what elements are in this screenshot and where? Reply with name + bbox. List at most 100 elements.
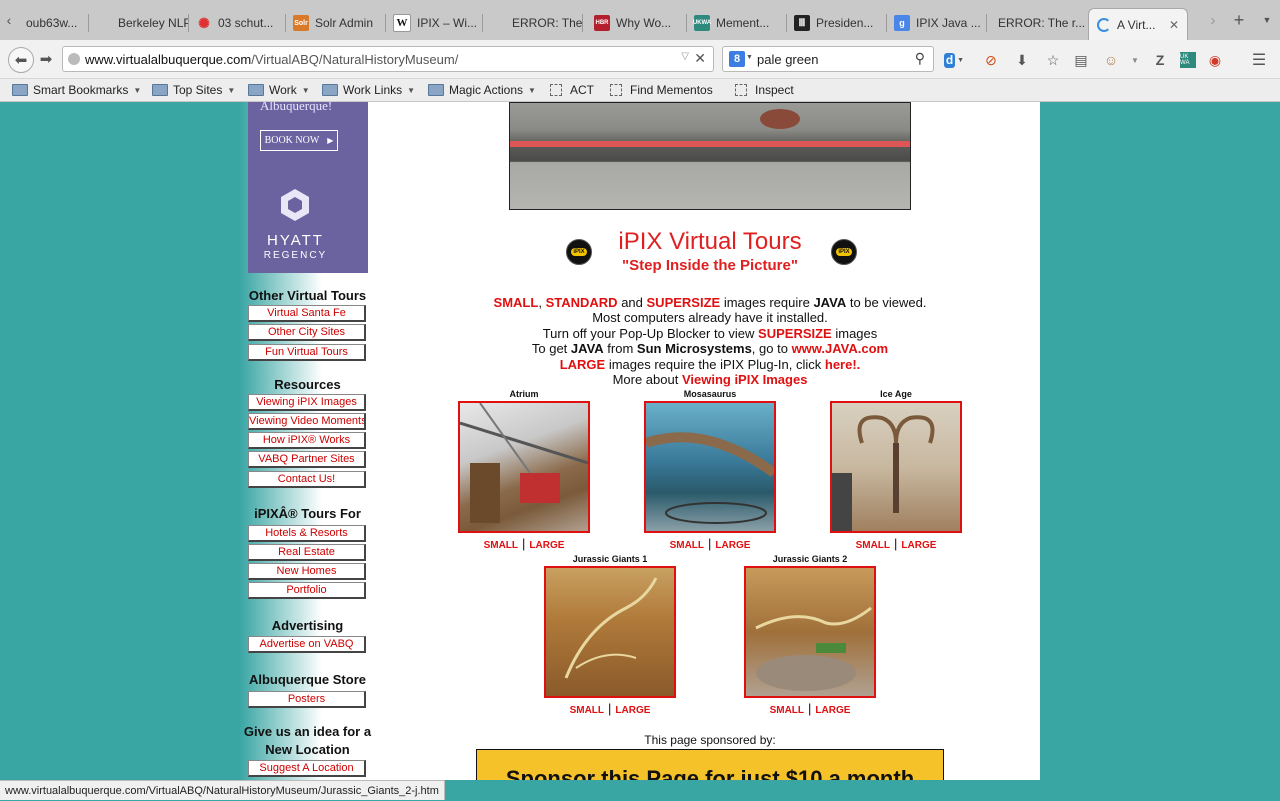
bookmark-find-mementos[interactable]: Find Mementos bbox=[610, 81, 713, 99]
small-link[interactable]: SMALL bbox=[670, 540, 704, 551]
tab-1[interactable]: Berkeley NLP... bbox=[88, 8, 188, 38]
tour-thumbnail-atrium[interactable] bbox=[458, 401, 590, 533]
tabs-scroll-right-icon[interactable]: › bbox=[1200, 8, 1226, 32]
back-button-icon[interactable]: ⬅ bbox=[8, 47, 34, 73]
sidebar-link-advertise[interactable]: Advertise on VABQ bbox=[248, 636, 366, 653]
large-link[interactable]: LARGE bbox=[815, 705, 850, 716]
url-dropdown-icon[interactable]: ▽ bbox=[681, 51, 689, 62]
navigation-toolbar: ⬅ ➡ www.virtualalbuquerque.com/VirtualAB… bbox=[0, 40, 1280, 79]
tab-7[interactable]: UKWA Mement... bbox=[686, 8, 786, 38]
sidebar-link-portfolio[interactable]: Portfolio bbox=[248, 582, 366, 599]
large-link[interactable]: LARGE bbox=[560, 357, 606, 372]
sidebar-link-new-homes[interactable]: New Homes bbox=[248, 563, 366, 580]
idea-heading-line1: Give us an idea for a bbox=[243, 724, 372, 739]
sidebar-link-other-city-sites[interactable]: Other City Sites bbox=[248, 324, 366, 341]
tab-8[interactable]: Ⅲ Presiden... bbox=[786, 8, 886, 38]
sidebar-link-real-estate[interactable]: Real Estate bbox=[248, 544, 366, 561]
tabs-scroll-left-icon[interactable]: ‹ bbox=[0, 8, 18, 32]
standard-link[interactable]: STANDARD bbox=[546, 295, 618, 310]
tour-thumbnail-jurassic-giants-2[interactable] bbox=[744, 566, 876, 698]
tour-thumbnail-jurassic-giants-1[interactable] bbox=[544, 566, 676, 698]
bookmark-folder-smart-bookmarks[interactable]: Smart Bookmarks ▼ bbox=[12, 81, 141, 99]
supersize-link[interactable]: SUPERSIZE bbox=[758, 326, 832, 341]
reading-list-icon[interactable]: ▤ bbox=[1071, 50, 1091, 70]
sidebar-link-fun-virtual-tours[interactable]: Fun Virtual Tours bbox=[248, 344, 366, 361]
bookmark-act[interactable]: ACT bbox=[550, 81, 594, 99]
supersize-link[interactable]: SUPERSIZE bbox=[647, 295, 721, 310]
url-input[interactable]: www.virtualalbuquerque.com/VirtualABQ/Na… bbox=[62, 46, 714, 72]
resources-heading: Resources bbox=[274, 377, 341, 392]
small-link[interactable]: SMALL bbox=[494, 295, 539, 310]
small-link[interactable]: SMALL bbox=[570, 705, 604, 716]
tab-list-icon[interactable]: ▼ bbox=[1254, 8, 1280, 32]
bookmark-folder-work[interactable]: Work ▼ bbox=[248, 81, 310, 99]
addon-d-icon[interactable]: d ▼ bbox=[944, 50, 964, 70]
block-icon[interactable]: ⊘ bbox=[981, 50, 1001, 70]
hyatt-ad[interactable]: Albuquerque! BOOK NOW ▶ HYATT REGENCY bbox=[248, 102, 368, 273]
bookmark-star-icon[interactable]: ☆ bbox=[1043, 50, 1063, 70]
tab-6[interactable]: HBR Why Wo... bbox=[586, 8, 686, 38]
tour-thumbnail-mosasaurus[interactable] bbox=[644, 401, 776, 533]
tab-label: Mement... bbox=[716, 16, 770, 30]
viewing-ipix-link[interactable]: Viewing iPIX Images bbox=[682, 372, 807, 387]
search-engine-dropdown-icon[interactable]: ▼ bbox=[746, 54, 753, 61]
download-icon[interactable]: ⬇ bbox=[1012, 50, 1032, 70]
large-link[interactable]: LARGE bbox=[529, 540, 564, 551]
small-link[interactable]: SMALL bbox=[484, 540, 518, 551]
close-tab-icon[interactable]: ✕ bbox=[1169, 18, 1179, 32]
forward-button-icon[interactable]: ➡ bbox=[36, 47, 56, 71]
tab-active[interactable]: A Virt... ✕ bbox=[1088, 8, 1188, 40]
idea-heading-line2: New Location bbox=[265, 742, 350, 757]
plugin-here-link[interactable]: here!. bbox=[825, 357, 860, 372]
tab-3[interactable]: Solr Solr Admin bbox=[285, 8, 385, 38]
small-link[interactable]: SMALL bbox=[856, 540, 890, 551]
ukwa-icon[interactable]: UK WA bbox=[1178, 50, 1198, 70]
hyatt-logo-icon bbox=[281, 189, 309, 221]
chevron-down-icon: ▼ bbox=[133, 85, 142, 95]
menu-icon[interactable]: ☰ bbox=[1249, 50, 1269, 70]
tab-5[interactable]: ERROR: The r... bbox=[482, 8, 582, 38]
folder-icon bbox=[322, 84, 338, 96]
sidebar-link-viewing-ipix[interactable]: Viewing iPIX Images bbox=[248, 394, 366, 411]
tour-thumbnail-ice-age[interactable] bbox=[830, 401, 962, 533]
chevron-down-icon: ▼ bbox=[407, 85, 416, 95]
addon-dropdown-icon[interactable]: ▼ bbox=[1125, 50, 1145, 70]
monkey-icon[interactable]: ☺ bbox=[1101, 50, 1121, 70]
sidebar-link-virtual-santa-fe[interactable]: Virtual Santa Fe bbox=[248, 305, 366, 322]
sidebar-link-hotels[interactable]: Hotels & Resorts bbox=[248, 525, 366, 542]
info-text: , go to bbox=[751, 341, 788, 356]
sidebar-link-suggest-location[interactable]: Suggest A Location bbox=[248, 760, 366, 777]
tab-10[interactable]: ERROR: The r... bbox=[986, 8, 1086, 38]
large-link[interactable]: LARGE bbox=[715, 540, 750, 551]
sidebar-link-partner-sites[interactable]: VABQ Partner Sites bbox=[248, 451, 366, 468]
tab-9[interactable]: g IPIX Java ... bbox=[886, 8, 986, 38]
pocket-icon[interactable]: ◉ bbox=[1205, 50, 1225, 70]
sidebar-link-contact[interactable]: Contact Us! bbox=[248, 471, 366, 488]
sidebar-link-how-ipix-works[interactable]: How iPIX® Works bbox=[248, 432, 366, 449]
tab-0[interactable]: oub63w... bbox=[18, 8, 88, 38]
sidebar-link-video-moments[interactable]: Viewing Video Moments bbox=[248, 413, 366, 430]
large-link[interactable]: LARGE bbox=[615, 705, 650, 716]
search-icon[interactable]: ⚲ bbox=[915, 50, 925, 67]
new-tab-icon[interactable]: + bbox=[1226, 8, 1252, 32]
bookmark-inspect[interactable]: Inspect bbox=[735, 81, 794, 99]
bookmark-folder-top-sites[interactable]: Top Sites ▼ bbox=[152, 81, 235, 99]
sidebar-link-posters[interactable]: Posters bbox=[248, 691, 366, 708]
small-link[interactable]: SMALL bbox=[770, 705, 804, 716]
bookmark-folder-magic-actions[interactable]: Magic Actions ▼ bbox=[428, 81, 536, 99]
tab-2[interactable]: ✺ 03 schut... bbox=[188, 8, 285, 38]
tab-4[interactable]: W IPIX – Wi... bbox=[385, 8, 482, 38]
stop-icon[interactable]: ✕ bbox=[694, 50, 706, 67]
java-com-link[interactable]: www.JAVA.com bbox=[792, 341, 889, 356]
book-now-label: BOOK NOW bbox=[264, 135, 320, 146]
search-engine-icon[interactable]: 8 bbox=[729, 51, 745, 67]
book-now-button[interactable]: BOOK NOW ▶ bbox=[260, 130, 338, 151]
site-identity-icon[interactable] bbox=[68, 53, 80, 65]
search-input[interactable]: 8 ▼ pale green ⚲ bbox=[722, 46, 934, 72]
sponsor-banner[interactable]: Sponsor this Page for just $10 a month bbox=[476, 749, 944, 780]
bookmark-folder-work-links[interactable]: Work Links ▼ bbox=[322, 81, 415, 99]
bookmark-label: Magic Actions bbox=[449, 83, 524, 97]
info-line-1: SMALL, STANDARD and SUPERSIZE images req… bbox=[440, 295, 980, 310]
zotero-icon[interactable]: Z bbox=[1150, 50, 1170, 70]
large-link[interactable]: LARGE bbox=[901, 540, 936, 551]
